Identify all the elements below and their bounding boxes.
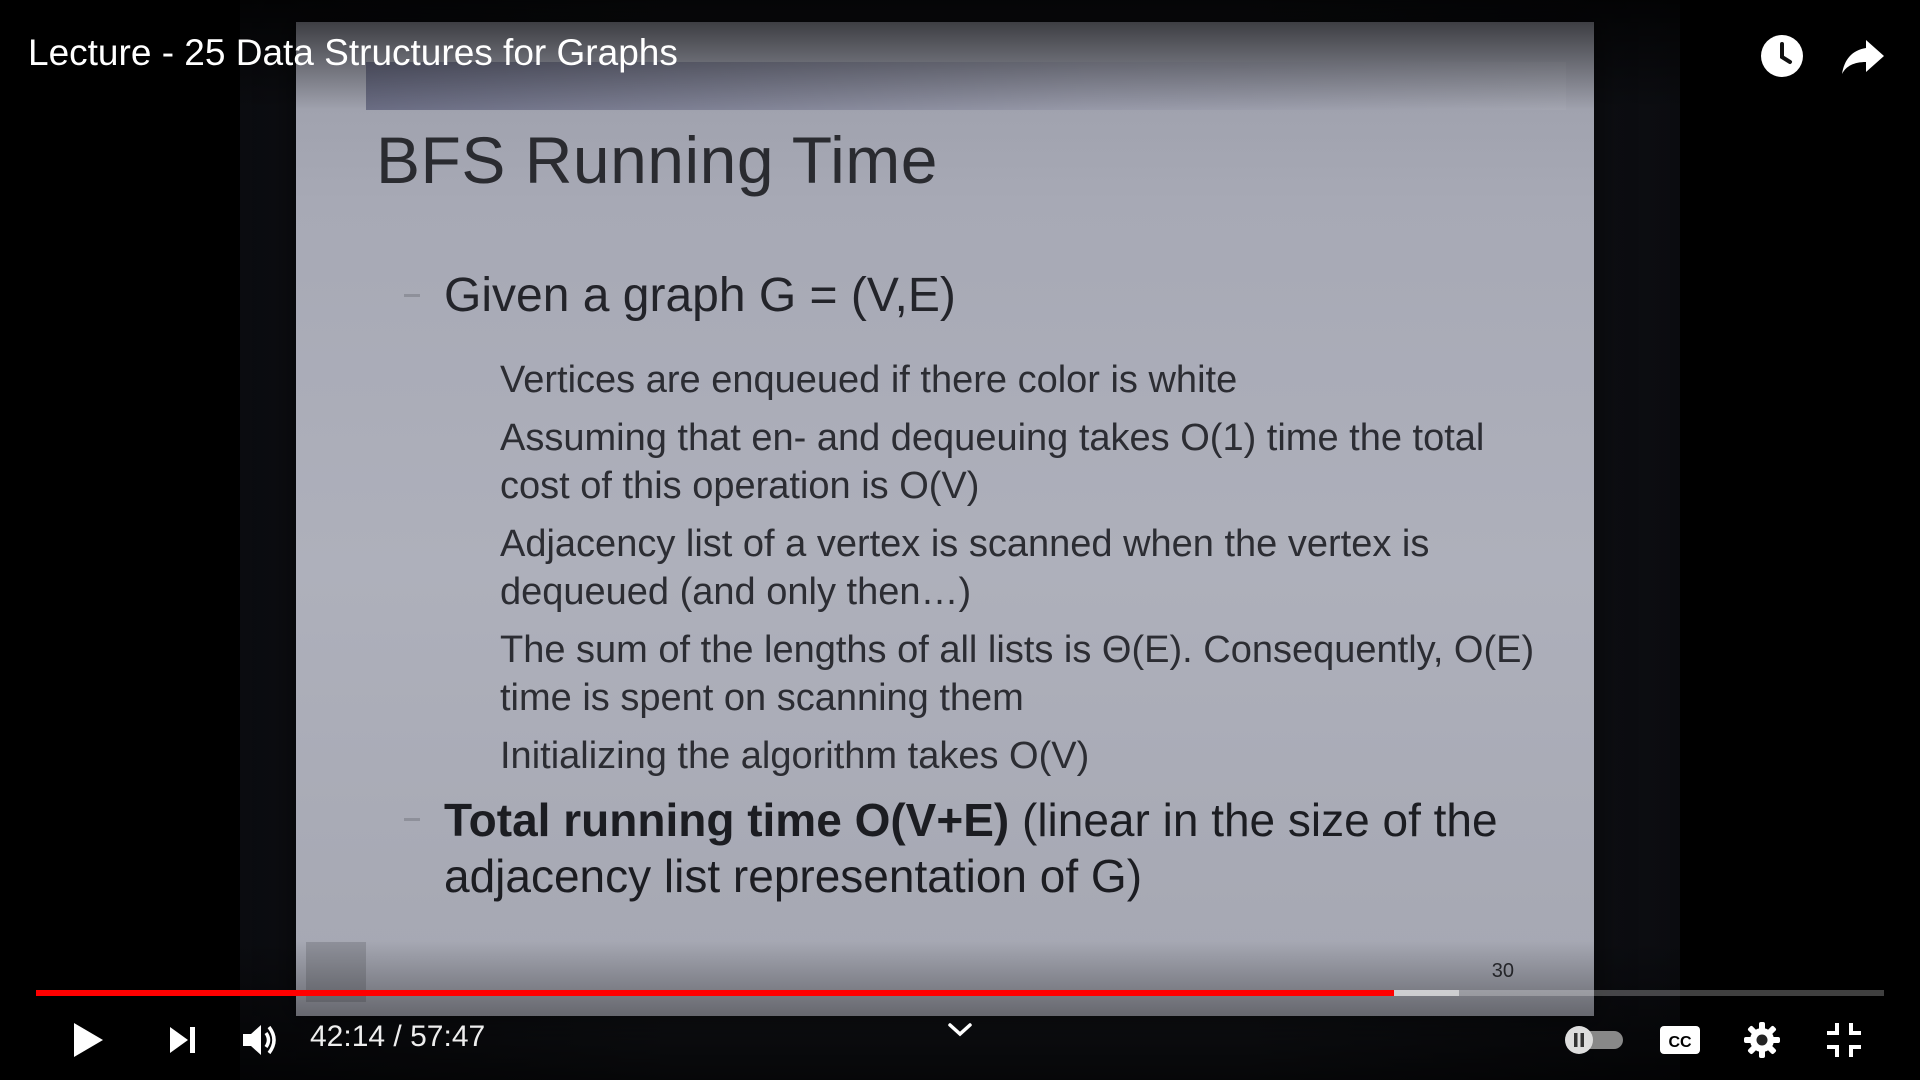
slide-bullet-2: Total running time O(V+E) (linear in the… [444,792,1504,904]
exit-fullscreen-icon[interactable] [1820,1016,1868,1064]
time-current: 42:14 [310,1020,386,1053]
time-total: 57:47 [410,1020,486,1053]
share-icon[interactable] [1840,34,1884,78]
autoplay-toggle[interactable] [1562,1016,1626,1064]
bullet-marker [404,294,420,297]
svg-text:CC: CC [1668,1034,1692,1051]
time-separator: / [393,1020,402,1053]
progress-played [36,990,1395,996]
slide-sub-item: The sum of the lengths of all lists is Θ… [500,629,1535,719]
progress-bar[interactable] [36,990,1884,996]
slide-bullet-2-bold: Total running time O(V+E) [444,794,1010,846]
volume-icon[interactable] [236,1016,284,1064]
time-display: 42:14 / 57:47 [310,1020,485,1054]
controls-overlay [0,940,1920,1080]
chevron-down-icon[interactable] [946,1020,974,1045]
slide-sub-item: Assuming that en- and dequeuing takes O(… [500,417,1485,507]
clock-icon[interactable] [1760,34,1804,78]
slide-sub-item: Initializing the algorithm takes O(V) [500,735,1090,777]
slide-sub-item: Adjacency list of a vertex is scanned wh… [500,523,1430,613]
slide-sub-item: Vertices are enqueued if there color is … [500,359,1238,401]
gear-icon[interactable] [1738,1016,1786,1064]
video-title[interactable]: Lecture - 25 Data Structures for Graphs [28,32,678,74]
next-icon[interactable] [158,1016,206,1064]
lecture-slide: BFS Running Time Given a graph G = (V,E)… [296,22,1594,1016]
cc-icon[interactable]: CC [1656,1016,1704,1064]
slide-bullet-1: Given a graph G = (V,E) [444,269,956,322]
play-icon[interactable] [64,1016,112,1064]
bullet-marker [404,818,420,821]
video-player[interactable]: BFS Running Time Given a graph G = (V,E)… [0,0,1920,1080]
slide-title: BFS Running Time [376,123,938,197]
